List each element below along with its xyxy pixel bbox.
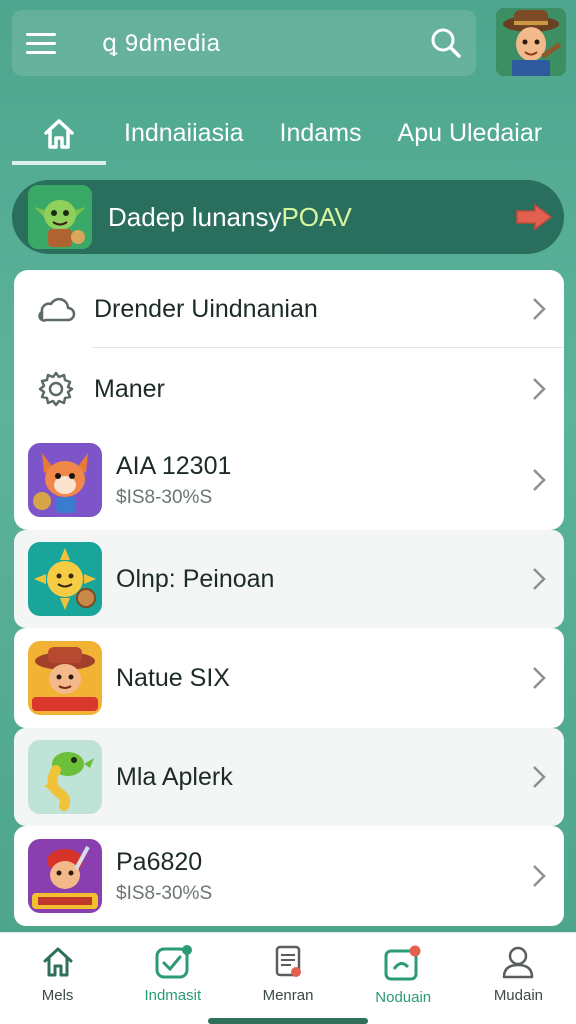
nav-item-3[interactable]: Menran (230, 933, 345, 1024)
list-item[interactable]: Natue SIX (14, 628, 564, 728)
cowboy-game-icon (28, 641, 102, 715)
tab-1[interactable]: Indnaiiasia (106, 119, 262, 148)
bottom-nav: Mels Indmasit Menran Noduain Mudain (0, 932, 576, 1024)
nav-label: Mels (41, 987, 74, 1004)
list-item[interactable]: Drender Uindnanian (14, 270, 564, 348)
list-item[interactable]: Olnp: Peinoan (14, 530, 564, 628)
warrior-game-icon (28, 839, 102, 913)
item-label: Natue SIX (116, 663, 230, 692)
nav-item-2[interactable]: Indmasit (115, 933, 230, 1024)
tab-bar: Indnaiiasia Indams Apu Uledaiar (12, 100, 572, 166)
item-label: Pa6820 (116, 847, 203, 876)
menu-list: Drender Uindnanian Maner AIA 12301 $IS8-… (14, 270, 564, 926)
home-icon (44, 119, 74, 149)
home-icon (43, 947, 73, 977)
chevron-right-icon (514, 864, 564, 888)
tab-2[interactable]: Indams (262, 119, 380, 148)
item-label: AIA 12301 (116, 451, 232, 480)
item-label: Drender Uindnanian (94, 294, 318, 323)
tab-3[interactable]: Apu Uledaiar (380, 119, 561, 148)
sun-game-icon (28, 542, 102, 616)
tab-home[interactable] (12, 107, 106, 165)
list-item[interactable]: Mla Aplerk (14, 728, 564, 826)
nav-item-home[interactable]: Mels (0, 933, 115, 1024)
nav-label: Noduain (375, 989, 432, 1006)
chevron-right-icon (514, 567, 564, 591)
banner-arrow-icon[interactable] (504, 203, 564, 231)
chevron-right-icon (514, 377, 564, 401)
menu-button[interactable] (12, 10, 70, 76)
gear-icon (32, 365, 80, 413)
user-icon (503, 946, 534, 979)
goblin-game-icon (28, 185, 92, 249)
nav-item-profile[interactable]: Mudain (461, 933, 576, 1024)
app-title: ꝗ 9dmedia (102, 29, 221, 57)
search-icon (431, 28, 461, 58)
banner-text: Dadep lunansyPOAV (108, 201, 352, 232)
chat-icon (384, 945, 421, 981)
chevron-right-icon (514, 666, 564, 690)
item-label: Mla Aplerk (116, 762, 233, 791)
chevron-right-icon (514, 765, 564, 789)
chevron-right-icon (514, 468, 564, 492)
item-label: Maner (94, 374, 165, 403)
list-item[interactable]: AIA 12301 $IS8-30%S (14, 430, 564, 530)
promo-banner[interactable]: Dadep lunansyPOAV (12, 180, 564, 254)
cloud-icon (32, 285, 80, 333)
home-indicator (208, 1018, 368, 1024)
nav-label: Indmasit (144, 987, 202, 1004)
nav-label: Mudain (493, 987, 544, 1004)
list-item[interactable]: Pa6820 $IS8-30%S (14, 826, 564, 926)
top-bar: ꝗ 9dmedia (12, 10, 476, 76)
item-sublabel: $IS8-30%S (116, 882, 213, 904)
search-button[interactable] (416, 10, 476, 76)
chevron-right-icon (514, 297, 564, 321)
nav-item-4[interactable]: Noduain (346, 933, 461, 1024)
item-label: Olnp: Peinoan (116, 564, 275, 593)
shield-check-icon (155, 945, 192, 979)
document-icon (275, 945, 301, 977)
fox-game-icon (28, 443, 102, 517)
list-item[interactable]: Maner (14, 348, 564, 430)
banner-accent: POAV (281, 201, 352, 232)
avatar[interactable] (496, 8, 566, 76)
hamburger-icon (26, 32, 56, 36)
item-sublabel: $IS8-30%S (116, 486, 213, 508)
dragon-game-icon (28, 740, 102, 814)
nav-label: Menran (262, 987, 314, 1004)
